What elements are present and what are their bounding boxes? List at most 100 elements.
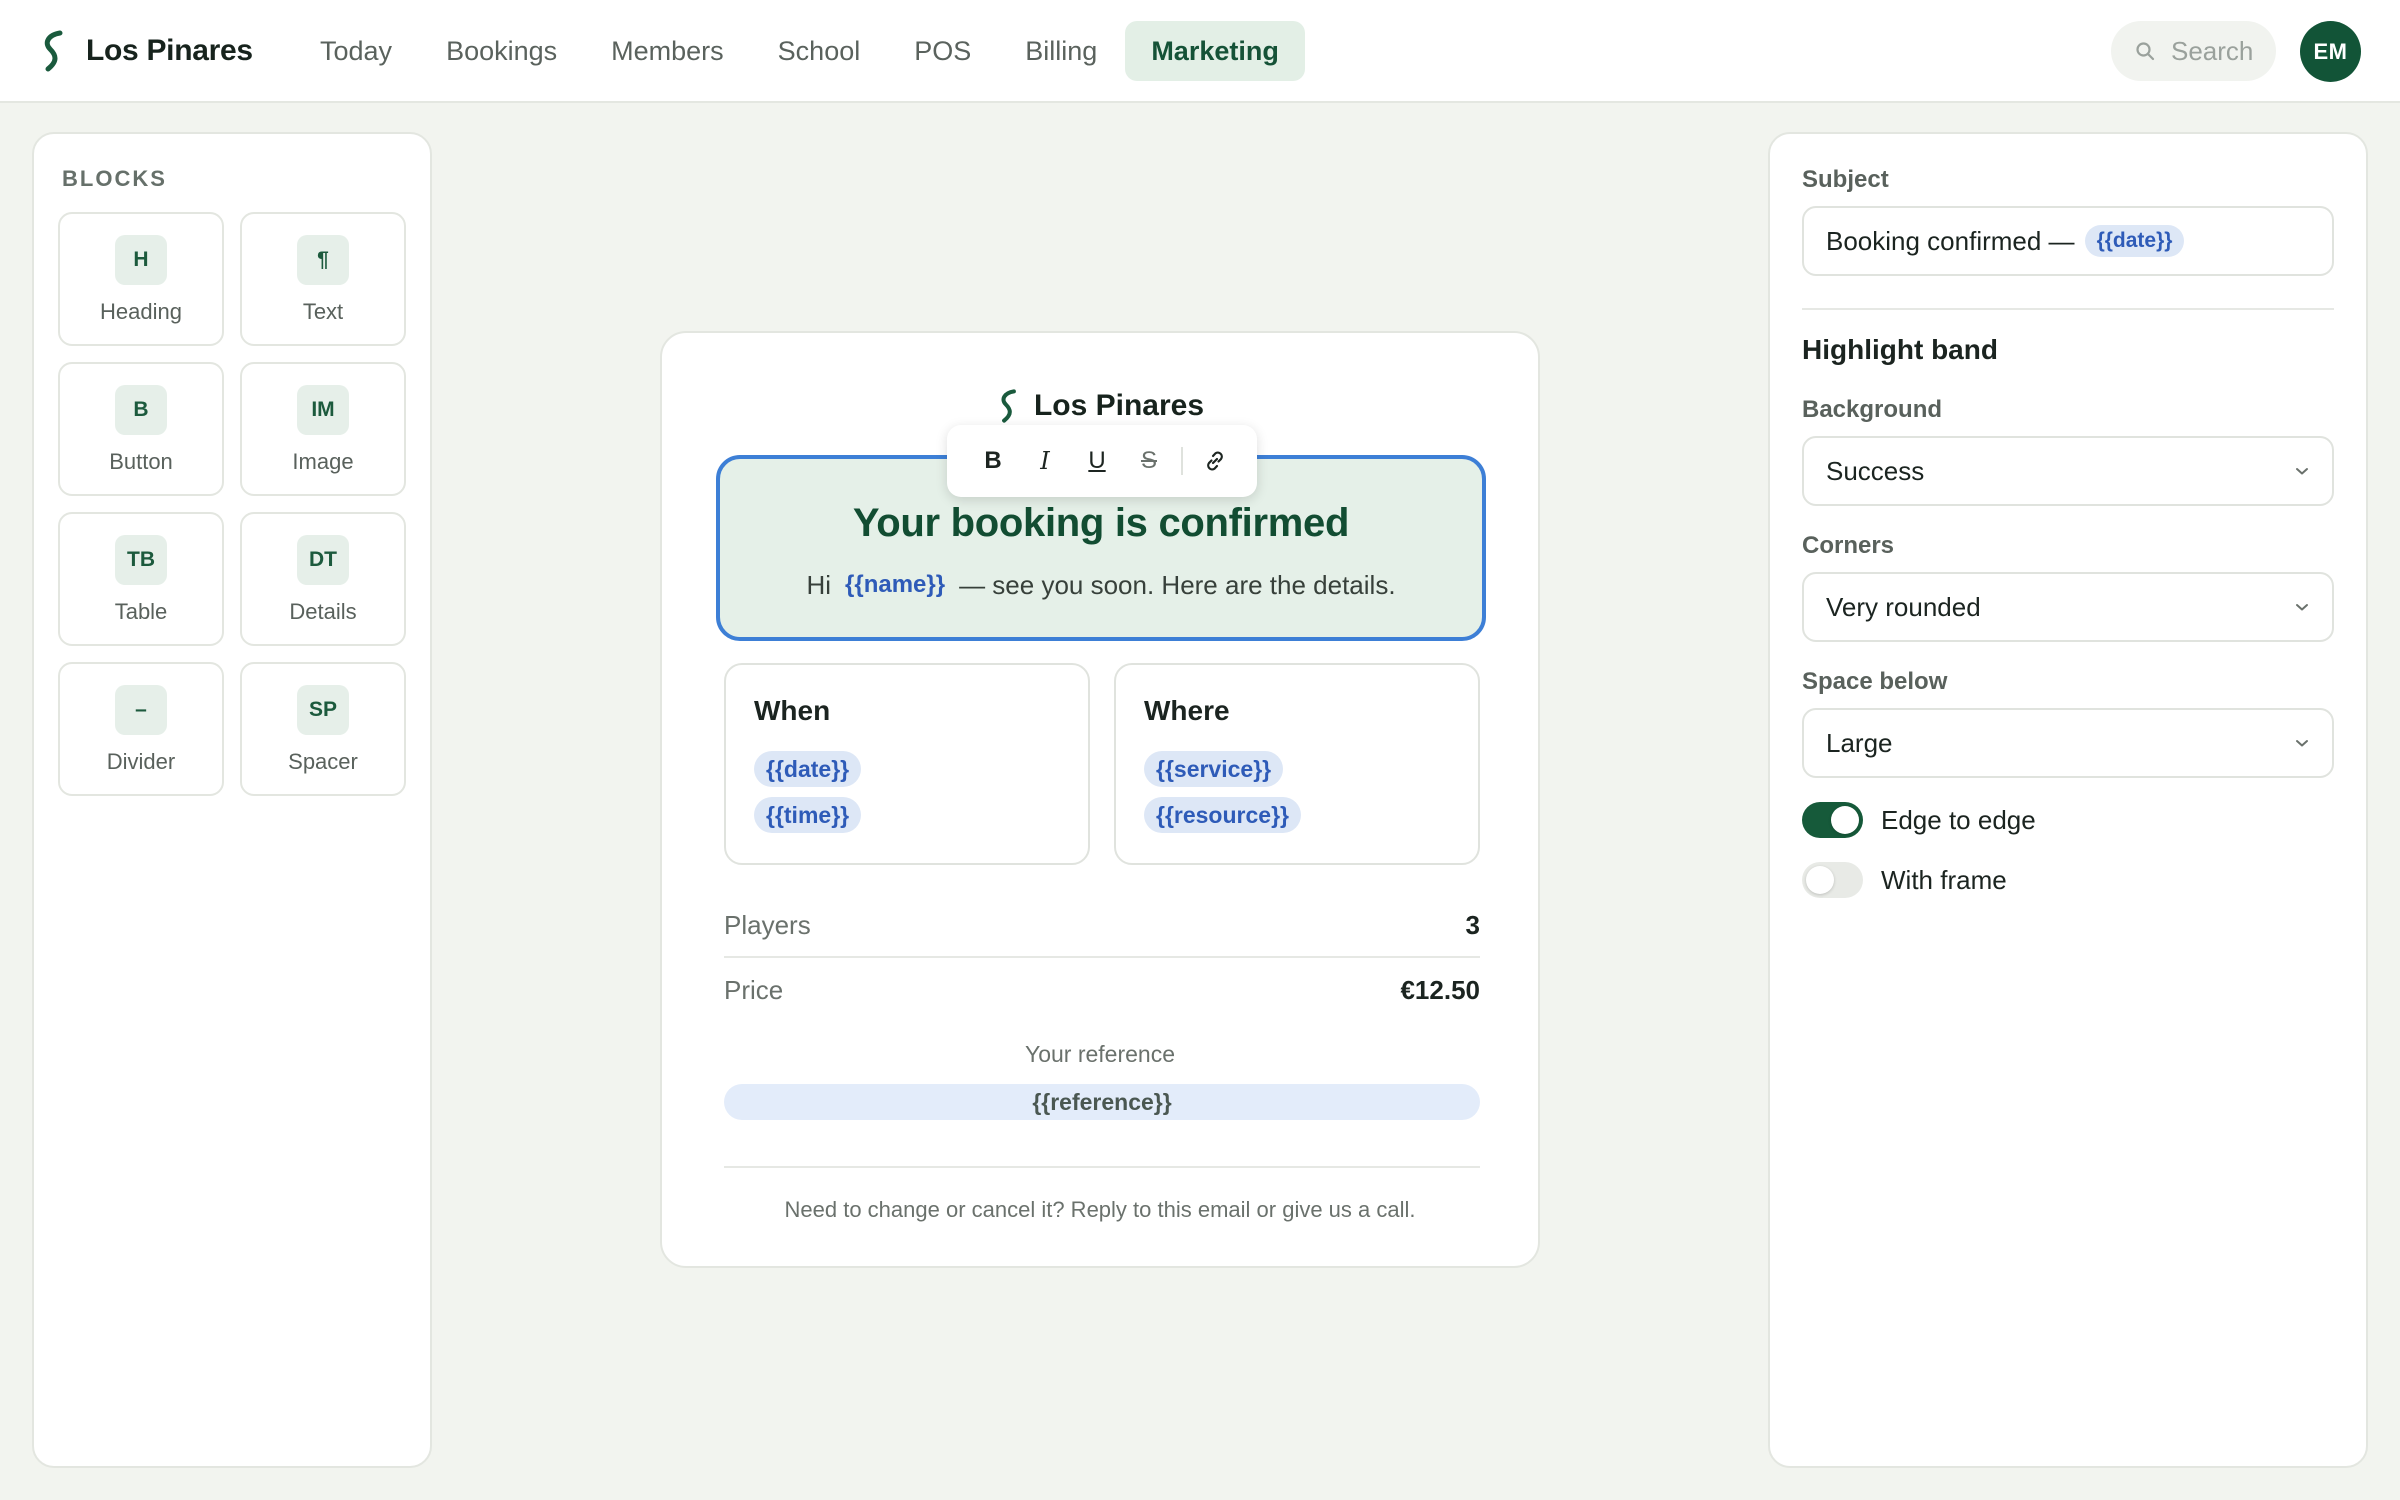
settings-panel: Subject Booking confirmed — {{date}} Hig… [1768, 132, 2368, 1468]
link-icon [1207, 451, 1223, 471]
block-heading[interactable]: H Heading [58, 212, 224, 346]
italic-button[interactable]: I [1019, 435, 1071, 487]
price-row[interactable]: Price €12.50 [724, 958, 1480, 1022]
band-title[interactable]: Your booking is confirmed [720, 501, 1482, 546]
band-subtitle[interactable]: Hi {{name}} — see you soon. Here are the… [720, 567, 1482, 603]
nav-item-marketing[interactable]: Marketing [1125, 21, 1305, 81]
block-label: Table [114, 599, 168, 624]
table-icon: TB [115, 535, 167, 585]
space-below-value: Large [1826, 727, 1893, 758]
toolbar-separator [1181, 447, 1183, 475]
block-table[interactable]: TB Table [58, 512, 224, 646]
panel-divider [1802, 308, 2334, 310]
button-icon: B [115, 385, 167, 435]
image-icon: IM [297, 385, 349, 435]
edge-to-edge-toggle[interactable] [1802, 802, 1863, 838]
where-title: Where [1144, 695, 1230, 726]
subject-text: Booking confirmed — [1826, 225, 2075, 256]
block-text[interactable]: ¶ Text [240, 212, 406, 346]
block-label: Spacer [288, 749, 358, 774]
chevron-down-icon [2296, 468, 2308, 475]
block-label: Button [109, 449, 173, 474]
when-title: When [754, 695, 831, 726]
nav-item-members[interactable]: Members [585, 21, 750, 81]
corners-select[interactable]: Very rounded [1802, 572, 2334, 642]
band-greeting: Hi [806, 569, 832, 600]
block-label: Divider [106, 749, 176, 774]
space-below-select[interactable]: Large [1802, 708, 2334, 778]
with-frame-toggle[interactable] [1802, 862, 1863, 898]
when-tokens: {{date}} {{time}} [754, 751, 862, 833]
block-details[interactable]: DT Details [240, 512, 406, 646]
block-label: Image [292, 449, 354, 474]
price-label: Price [724, 974, 784, 1005]
chevron-down-icon [2296, 740, 2308, 747]
email-preview: Los Pinares Your booking is confirmed Hi… [660, 331, 1540, 1268]
name-token[interactable]: {{name}} [841, 567, 949, 603]
reference-label: Your reference [1024, 1041, 1176, 1067]
blocks-grid: H Heading ¶ Text B Button IM Image TB Ta… [58, 212, 406, 796]
corners-label: Corners [1802, 532, 1895, 559]
players-row[interactable]: Players 3 [724, 893, 1480, 957]
strikethrough-button[interactable]: S [1123, 435, 1175, 487]
subject-date-token[interactable]: {{date}} [2084, 225, 2185, 257]
details-icon: DT [297, 535, 349, 585]
block-divider[interactable]: – Divider [58, 662, 224, 796]
space-below-label: Space below [1802, 668, 1948, 695]
search-placeholder: Search [2171, 35, 2254, 66]
time-token[interactable]: {{time}} [754, 797, 862, 833]
block-spacer[interactable]: SP Spacer [240, 662, 406, 796]
top-bar: Los Pinares Today Bookings Members Schoo… [0, 0, 2400, 103]
footer-divider [724, 1166, 1480, 1168]
email-brand[interactable]: Los Pinares [662, 385, 1538, 427]
service-token[interactable]: {{service}} [1144, 751, 1284, 787]
heading-icon: H [115, 235, 167, 285]
players-value: 3 [1465, 909, 1480, 940]
spacer-icon: SP [297, 685, 349, 735]
background-value: Success [1826, 455, 1925, 486]
main-nav: Today Bookings Members School POS Billin… [294, 21, 1305, 81]
block-label: Text [302, 299, 344, 324]
search-icon [2136, 42, 2155, 61]
resource-token[interactable]: {{resource}} [1144, 797, 1301, 833]
with-frame-toggle-row[interactable]: With frame [1802, 860, 2007, 900]
where-box[interactable]: Where {{service}} {{resource}} [1114, 663, 1480, 865]
blocks-panel: BLOCKS H Heading ¶ Text B Button IM Imag… [32, 132, 432, 1468]
background-label: Background [1802, 396, 1943, 423]
brand-name: Los Pinares [86, 34, 253, 67]
where-tokens: {{service}} {{resource}} [1144, 751, 1301, 833]
nav-item-billing[interactable]: Billing [999, 21, 1123, 81]
paragraph-icon: ¶ [297, 235, 349, 285]
brand[interactable]: Los Pinares [38, 28, 253, 74]
background-select[interactable]: Success [1802, 436, 2334, 506]
link-button[interactable] [1189, 435, 1241, 487]
subject-input[interactable]: Booking confirmed — {{date}} [1802, 206, 2334, 276]
date-token[interactable]: {{date}} [754, 751, 862, 787]
nav-item-bookings[interactable]: Bookings [420, 21, 583, 81]
corners-value: Very rounded [1826, 591, 1981, 622]
brand-logo-icon [44, 30, 63, 72]
subject-label: Subject [1802, 166, 1889, 193]
nav-item-today[interactable]: Today [294, 21, 418, 81]
brand-logo-icon [1001, 389, 1016, 423]
divider-icon: – [115, 685, 167, 735]
search-input[interactable]: Search [2111, 21, 2276, 81]
format-toolbar: B I U S [947, 425, 1257, 497]
band-rest-text: — see you soon. Here are the details. [959, 569, 1396, 600]
footer-note[interactable]: Need to change or cancel it? Reply to th… [662, 1197, 1538, 1223]
reference-token[interactable]: {{reference}} [724, 1084, 1480, 1120]
underline-button[interactable]: U [1071, 435, 1123, 487]
block-button[interactable]: B Button [58, 362, 224, 496]
nav-item-school[interactable]: School [752, 21, 887, 81]
user-avatar[interactable]: EM [2300, 21, 2361, 82]
edge-to-edge-toggle-row[interactable]: Edge to edge [1802, 800, 2036, 840]
with-frame-label: With frame [1881, 864, 2007, 895]
chevron-down-icon [2296, 604, 2308, 611]
block-image[interactable]: IM Image [240, 362, 406, 496]
block-label: Details [289, 599, 357, 624]
bold-button[interactable]: B [967, 435, 1019, 487]
when-box[interactable]: When {{date}} {{time}} [724, 663, 1090, 865]
nav-item-pos[interactable]: POS [888, 21, 997, 81]
price-value: €12.50 [1400, 974, 1480, 1005]
section-title: Highlight band [1802, 334, 1998, 365]
